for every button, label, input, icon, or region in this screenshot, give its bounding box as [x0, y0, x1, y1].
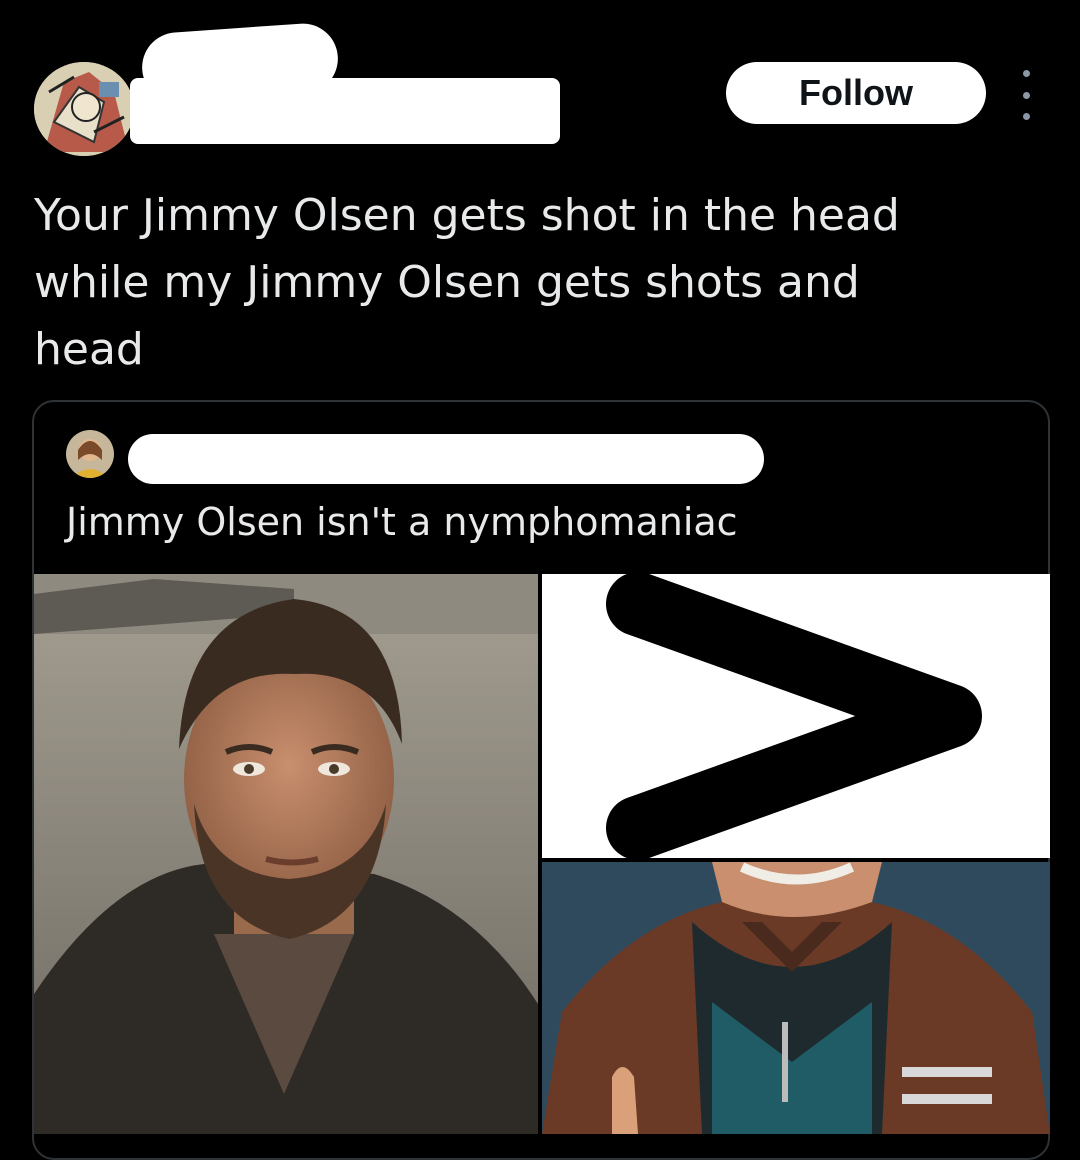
author-avatar[interactable]	[34, 62, 134, 156]
media-photo-bearded-man[interactable]	[34, 574, 538, 1134]
tweet-text: Your Jimmy Olsen gets shot in the head w…	[34, 190, 900, 375]
redacted-author-mark	[150, 62, 210, 102]
media-greater-than-sign[interactable]	[542, 574, 1050, 858]
follow-button[interactable]: Follow	[726, 62, 986, 124]
quoted-tweet-text: Jimmy Olsen isn't a nymphomaniac	[66, 500, 738, 544]
redacted-quoted-author	[128, 434, 764, 484]
media-photo-smiling-man[interactable]	[542, 862, 1050, 1134]
more-options-icon[interactable]	[1014, 70, 1038, 120]
quoted-author-avatar[interactable]	[66, 430, 114, 478]
